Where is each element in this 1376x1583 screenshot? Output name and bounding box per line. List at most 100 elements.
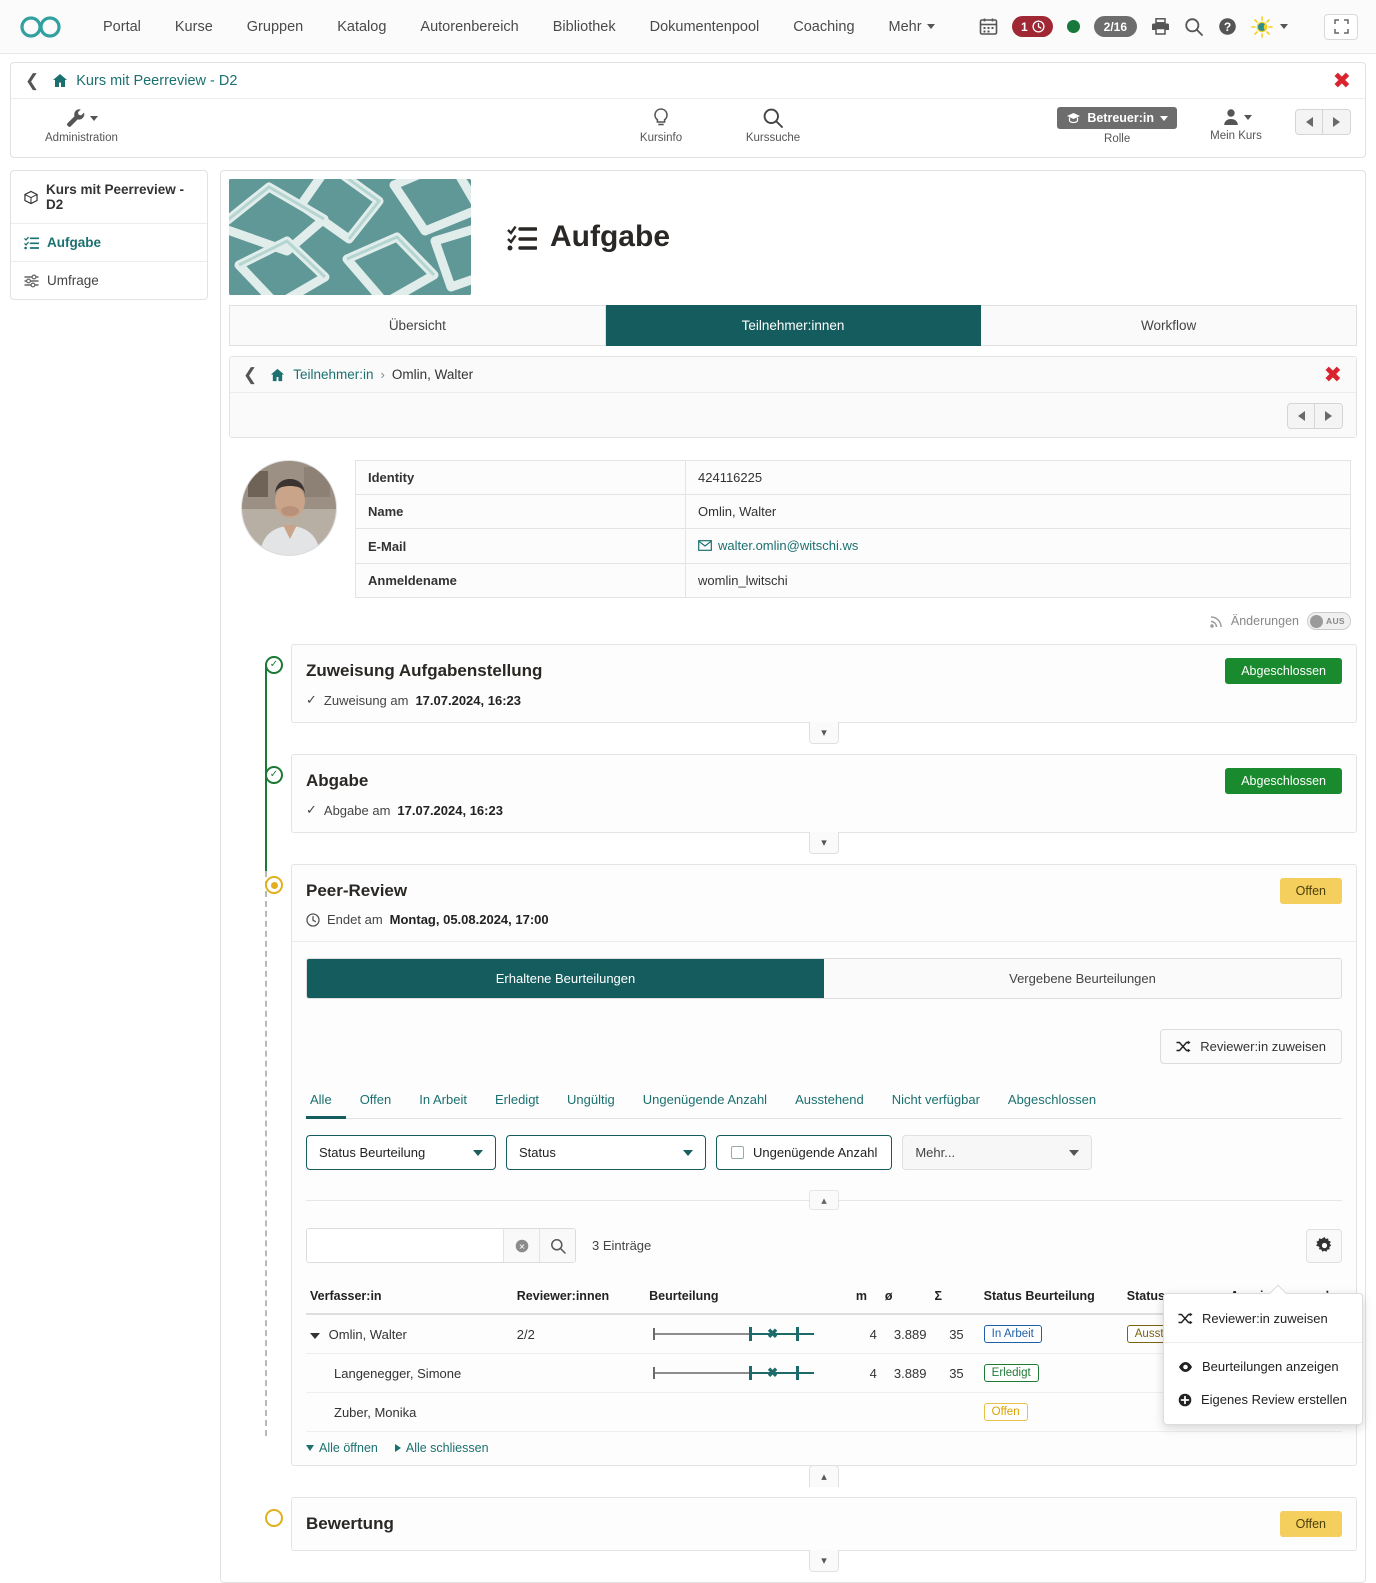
- tab-uebersicht[interactable]: Übersicht: [229, 305, 606, 346]
- filter-ungenuegende-anzahl-checkbox[interactable]: Ungenügende Anzahl: [716, 1135, 892, 1170]
- tab-workflow[interactable]: Workflow: [981, 305, 1357, 346]
- prev-button[interactable]: [1295, 109, 1323, 135]
- row-sum: [930, 1393, 967, 1432]
- th-status-beurteilung[interactable]: Status Beurteilung: [968, 1281, 1123, 1314]
- timeline-dot-complete-icon: ✓: [265, 766, 283, 784]
- th-sum[interactable]: Σ: [930, 1281, 967, 1314]
- filter-status[interactable]: Status: [506, 1135, 706, 1170]
- nav-item-katalog[interactable]: Katalog: [320, 13, 403, 41]
- step-title: Peer-Review: [306, 881, 407, 901]
- nav-item-portal[interactable]: Portal: [86, 13, 158, 41]
- checkbox[interactable]: [731, 1146, 744, 1159]
- participant-next-button[interactable]: [1315, 403, 1343, 429]
- tab-teilnehmer[interactable]: Teilnehmer:innen: [606, 305, 982, 346]
- context-menu-show-reviews[interactable]: Beurteilungen anzeigen: [1164, 1350, 1362, 1383]
- assign-reviewer-button[interactable]: Reviewer:in zuweisen: [1160, 1029, 1342, 1064]
- back-chevron-icon[interactable]: ❮: [25, 72, 39, 89]
- search-input[interactable]: [307, 1229, 503, 1262]
- nav-item-autorenbereich[interactable]: Autorenbereich: [403, 13, 535, 41]
- administration-tool[interactable]: Administration: [45, 107, 118, 144]
- sun-icon: [1251, 16, 1273, 38]
- nav-item-mehr[interactable]: Mehr: [872, 13, 952, 41]
- role-badge[interactable]: Betreuer:in: [1057, 107, 1177, 129]
- online-status-dot[interactable]: [1067, 20, 1080, 33]
- filter-status-beurteilung[interactable]: Status Beurteilung: [306, 1135, 496, 1170]
- email-link[interactable]: walter.omlin@witschi.ws: [718, 538, 858, 553]
- home-icon[interactable]: [52, 73, 68, 88]
- collapse-step-button[interactable]: ▴: [809, 1465, 839, 1487]
- help-icon[interactable]: ?: [1218, 17, 1237, 36]
- context-menu-separator: [1164, 1342, 1362, 1343]
- table-settings-button[interactable]: [1306, 1229, 1342, 1263]
- expand-step-button[interactable]: ▾: [809, 722, 839, 744]
- nav-item-kurse[interactable]: Kurse: [158, 13, 230, 41]
- shuffle-icon: [1178, 1312, 1193, 1325]
- expand-step-button[interactable]: ▾: [809, 1550, 839, 1572]
- filter-tab-erledigt[interactable]: Erledigt: [481, 1086, 553, 1119]
- kursinfo-tool[interactable]: Kursinfo: [626, 107, 696, 144]
- home-icon[interactable]: [270, 368, 285, 382]
- toggle-knob: [1310, 615, 1323, 628]
- filter-tab-ausstehend[interactable]: Ausstehend: [781, 1086, 878, 1119]
- mein-kurs-tool[interactable]: Mein Kurs: [1201, 107, 1271, 142]
- filter-tab-offen[interactable]: Offen: [346, 1086, 406, 1119]
- openolat-logo[interactable]: [18, 12, 64, 42]
- changes-toggle[interactable]: AUS: [1307, 612, 1351, 630]
- filter-tab-ungueltig[interactable]: Ungültig: [553, 1086, 629, 1119]
- participant-prev-button[interactable]: [1287, 403, 1315, 429]
- collapse-all-link[interactable]: Alle schliessen: [395, 1441, 489, 1455]
- breadcrumb-root[interactable]: Teilnehmer:in: [293, 367, 373, 382]
- filter-mehr[interactable]: Mehr...: [902, 1135, 1092, 1170]
- filter-tab-alle[interactable]: Alle: [306, 1086, 346, 1119]
- row-reviewer: 2/2: [513, 1314, 645, 1354]
- expand-step-button[interactable]: ▾: [809, 832, 839, 854]
- kurssuche-tool[interactable]: Kurssuche: [738, 107, 808, 144]
- breadcrumb-back-icon[interactable]: ❮: [243, 366, 257, 383]
- nav-item-bibliothek[interactable]: Bibliothek: [536, 13, 633, 41]
- printer-icon[interactable]: [1151, 17, 1170, 36]
- filter-tab-abgeschlossen[interactable]: Abgeschlossen: [994, 1086, 1110, 1119]
- sidebar-item-umfrage[interactable]: Umfrage: [11, 262, 207, 299]
- segment-erhaltene-beurteilungen[interactable]: Erhaltene Beurteilungen: [307, 959, 824, 998]
- close-icon[interactable]: ✖: [1333, 70, 1351, 92]
- clear-search-button[interactable]: ✕: [503, 1229, 539, 1262]
- context-menu-assign-reviewer[interactable]: Reviewer:in zuweisen: [1164, 1302, 1362, 1335]
- theme-switcher[interactable]: [1251, 16, 1288, 38]
- timeline-step-bewertung: Bewertung Offen ▾: [229, 1497, 1357, 1572]
- calendar-icon[interactable]: [979, 17, 998, 36]
- close-icon[interactable]: ✖: [1324, 364, 1342, 386]
- th-m[interactable]: m: [852, 1281, 881, 1314]
- identity-key: E-Mail: [356, 529, 686, 564]
- collapse-filters-button[interactable]: ▴: [809, 1190, 839, 1210]
- th-beurteilung[interactable]: Beurteilung: [645, 1281, 852, 1314]
- th-reviewer[interactable]: Reviewer:innen: [513, 1281, 645, 1314]
- nav-item-coaching[interactable]: Coaching: [776, 13, 871, 41]
- filter-tab-in-arbeit[interactable]: In Arbeit: [405, 1086, 481, 1119]
- search-submit-button[interactable]: [539, 1229, 575, 1262]
- expand-row-icon[interactable]: [310, 1333, 320, 1339]
- messages-badge[interactable]: 2/16: [1094, 16, 1137, 37]
- th-verfasser[interactable]: Verfasser:in: [306, 1281, 513, 1314]
- filter-status-beurteilung-label: Status Beurteilung: [319, 1145, 425, 1160]
- segment-vergebene-beurteilungen[interactable]: Vergebene Beurteilungen: [824, 959, 1341, 998]
- gear-icon: [1316, 1237, 1333, 1254]
- nav-item-gruppen[interactable]: Gruppen: [230, 13, 320, 41]
- search-icon[interactable]: [1184, 17, 1204, 37]
- sidebar-course-root[interactable]: Kurs mit Peerreview - D2: [11, 171, 207, 224]
- th-avg[interactable]: ø: [881, 1281, 931, 1314]
- expand-all-link[interactable]: Alle öffnen: [306, 1441, 378, 1455]
- filter-tab-ungenuegende-anzahl[interactable]: Ungenügende Anzahl: [629, 1086, 781, 1119]
- step-title: Abgabe: [306, 771, 368, 791]
- fullscreen-button[interactable]: [1324, 14, 1358, 40]
- context-menu-create-own-review[interactable]: Eigenes Review erstellen: [1164, 1383, 1362, 1416]
- pending-tasks-badge[interactable]: 1: [1012, 16, 1053, 37]
- row-reviewer: [513, 1393, 645, 1432]
- nav-item-dokumentenpool[interactable]: Dokumentenpool: [633, 13, 777, 41]
- filter-tab-nicht-verfuegbar[interactable]: Nicht verfügbar: [878, 1086, 994, 1119]
- participant-breadcrumb-bar: ❮ Teilnehmer:in › Omlin, Walter ✖: [229, 356, 1357, 438]
- chevron-down-icon: [90, 116, 98, 121]
- role-selector[interactable]: Betreuer:in Rolle: [1057, 107, 1177, 145]
- sidebar-item-aufgabe[interactable]: Aufgabe: [11, 224, 207, 262]
- next-button[interactable]: [1323, 109, 1351, 135]
- row-verfasser: Langenegger, Simone: [306, 1354, 513, 1393]
